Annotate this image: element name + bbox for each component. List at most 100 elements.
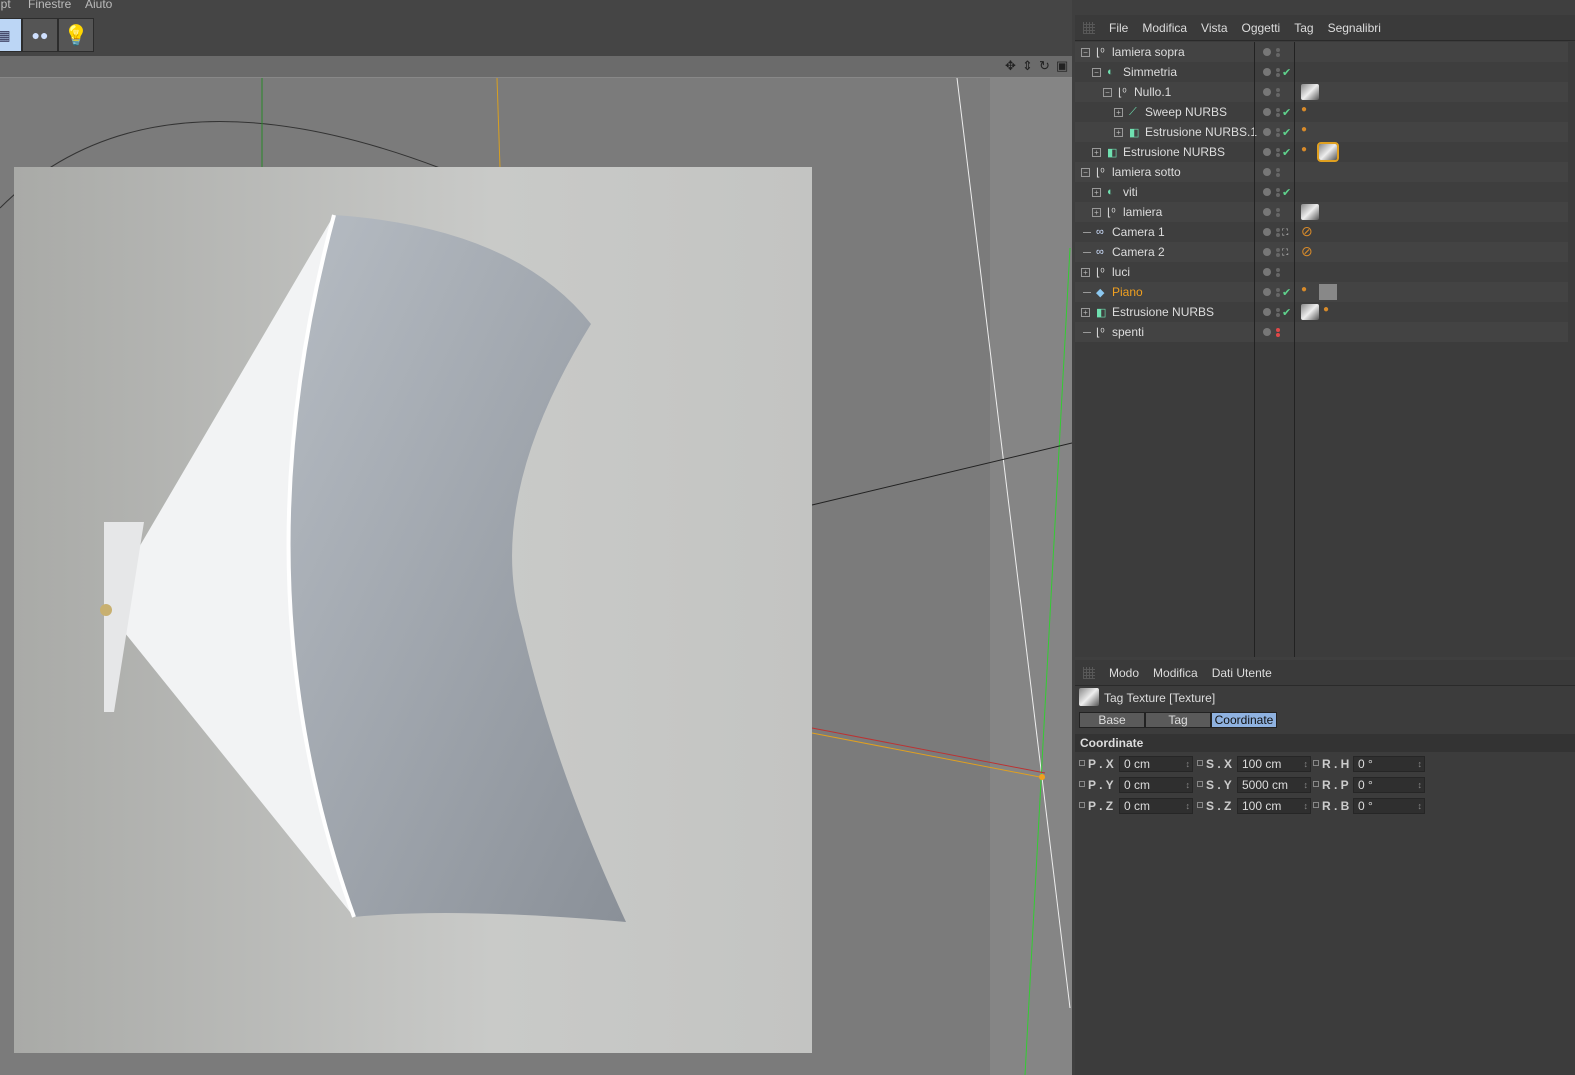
object-name[interactable]: Camera 1 (1112, 225, 1165, 239)
maximize-icon[interactable]: ▣ (1056, 58, 1068, 74)
render-visibility-dots[interactable] (1276, 307, 1280, 318)
keyframe-checkbox[interactable] (1079, 802, 1085, 808)
light-button[interactable]: 💡 (58, 18, 94, 52)
visibility-dot[interactable] (1263, 128, 1271, 136)
visibility-dot[interactable] (1263, 208, 1271, 216)
keyframe-checkbox[interactable] (1313, 781, 1319, 787)
texture-tag-icon[interactable] (1301, 204, 1319, 220)
camera-button[interactable]: ●● (22, 18, 58, 52)
object-row[interactable]: − ⌊⁰ lamiera sotto (1075, 162, 1568, 182)
render-visibility-dots[interactable] (1276, 287, 1280, 298)
visibility-dot[interactable] (1263, 108, 1271, 116)
panel-grip-icon[interactable] (1083, 21, 1095, 34)
visibility-dot[interactable] (1263, 68, 1271, 76)
zoom-icon[interactable]: ⇕ (1022, 58, 1033, 74)
expand-icon[interactable]: + (1092, 207, 1101, 217)
keyframe-checkbox[interactable] (1197, 781, 1203, 787)
coordinate-field[interactable]: 0 cm (1119, 798, 1193, 814)
tab-coordinate[interactable]: Coordinate (1211, 712, 1277, 728)
object-row[interactable]: ◆ Piano ✔ ● (1075, 282, 1568, 302)
keyframe-checkbox[interactable] (1197, 802, 1203, 808)
object-row[interactable]: − ⌊⁰ lamiera sopra (1075, 42, 1568, 62)
object-row[interactable]: ∞ Camera 1 ⛶ ⊘ (1075, 222, 1568, 242)
menu-modifica[interactable]: Modifica (1153, 666, 1198, 680)
expand-icon[interactable]: + (1092, 187, 1101, 197)
visibility-dot[interactable] (1263, 148, 1271, 156)
protection-tag-icon[interactable]: ⊘ (1301, 223, 1313, 239)
panel-grip-icon[interactable] (1083, 666, 1095, 679)
object-name[interactable]: lamiera (1123, 205, 1162, 219)
tab-base[interactable]: Base (1079, 712, 1145, 728)
menu-modifica[interactable]: Modifica (1142, 21, 1187, 35)
render-visibility-dots[interactable] (1276, 227, 1280, 238)
object-row[interactable]: + ◐ viti ✔ (1075, 182, 1568, 202)
coordinate-field[interactable]: 0 ° (1353, 756, 1425, 772)
object-name[interactable]: Nullo.1 (1134, 85, 1171, 99)
coordinate-field[interactable]: 0 ° (1353, 798, 1425, 814)
visibility-dot[interactable] (1263, 88, 1271, 96)
phong-tag-icon[interactable]: ● (1301, 144, 1307, 160)
visibility-dot[interactable] (1263, 268, 1271, 276)
object-name[interactable]: viti (1123, 185, 1138, 199)
menu-modo[interactable]: Modo (1109, 666, 1139, 680)
menu-oggetti[interactable]: Oggetti (1242, 21, 1281, 35)
render-visibility-dots[interactable] (1276, 47, 1280, 58)
tab-tag[interactable]: Tag (1145, 712, 1211, 728)
enabled-check-icon[interactable]: ✔ (1282, 306, 1291, 319)
object-name[interactable]: Sweep NURBS (1145, 105, 1227, 119)
visibility-dot[interactable] (1263, 288, 1271, 296)
menu-tag[interactable]: Tag (1294, 21, 1313, 35)
object-name[interactable]: Estrusione NURBS.1 (1145, 125, 1257, 139)
enabled-check-icon[interactable]: ✔ (1282, 146, 1291, 159)
object-row[interactable]: + ⟋ Sweep NURBS ✔ ● (1075, 102, 1568, 122)
coordinate-field[interactable]: 0 ° (1353, 777, 1425, 793)
keyframe-checkbox[interactable] (1079, 781, 1085, 787)
keyframe-checkbox[interactable] (1079, 760, 1085, 766)
visibility-dot[interactable] (1263, 248, 1271, 256)
texture-tag-icon[interactable] (1317, 142, 1339, 162)
render-visibility-dots[interactable] (1276, 327, 1280, 338)
phong-tag-icon[interactable]: ● (1323, 304, 1329, 320)
object-name[interactable]: Estrusione NURBS (1112, 305, 1214, 319)
rotate-icon[interactable]: ↻ (1039, 58, 1050, 74)
protection-tag-icon[interactable]: ⊘ (1301, 243, 1313, 259)
menu-finestre[interactable]: Finestre (28, 0, 71, 11)
3d-viewport[interactable] (0, 78, 1072, 1075)
render-visibility-dots[interactable] (1276, 247, 1280, 258)
object-name[interactable]: Piano (1112, 285, 1143, 299)
menu-vista[interactable]: Vista (1201, 21, 1227, 35)
object-row[interactable]: + ⌊⁰ luci (1075, 262, 1568, 282)
object-name[interactable]: luci (1112, 265, 1130, 279)
object-name[interactable]: Estrusione NURBS (1123, 145, 1225, 159)
collapse-icon[interactable]: − (1081, 167, 1090, 177)
visibility-dot[interactable] (1263, 188, 1271, 196)
visibility-dot[interactable] (1263, 48, 1271, 56)
visibility-dot[interactable] (1263, 308, 1271, 316)
enabled-check-icon[interactable]: ✔ (1282, 186, 1291, 199)
menu-script[interactable]: ipt (0, 0, 11, 11)
keyframe-checkbox[interactable] (1313, 760, 1319, 766)
enabled-check-icon[interactable]: ✔ (1282, 66, 1291, 79)
object-name[interactable]: lamiera sopra (1112, 45, 1185, 59)
object-name[interactable]: spenti (1112, 325, 1144, 339)
coordinate-field[interactable]: 100 cm (1237, 756, 1311, 772)
object-row[interactable]: − ⌊⁰ Nullo.1 (1075, 82, 1568, 102)
expand-icon[interactable]: + (1114, 127, 1123, 137)
collapse-icon[interactable]: − (1092, 67, 1101, 77)
render-visibility-dots[interactable] (1276, 187, 1280, 198)
texture-tag-icon[interactable] (1301, 84, 1319, 100)
object-row[interactable]: + ◧ Estrusione NURBS ✔ ● (1075, 302, 1568, 322)
object-row[interactable]: − ◐ Simmetria ✔ (1075, 62, 1568, 82)
enabled-check-icon[interactable]: ✔ (1282, 106, 1291, 119)
object-row[interactable]: ∞ Camera 2 ⛶ ⊘ (1075, 242, 1568, 262)
keyframe-checkbox[interactable] (1313, 802, 1319, 808)
render-visibility-dots[interactable] (1276, 87, 1280, 98)
phong-tag-icon[interactable]: ● (1301, 284, 1307, 300)
expand-icon[interactable]: + (1081, 307, 1090, 317)
object-name[interactable]: Simmetria (1123, 65, 1177, 79)
enabled-check-icon[interactable]: ✔ (1282, 286, 1291, 299)
object-name[interactable]: lamiera sotto (1112, 165, 1181, 179)
object-row[interactable]: + ⌊⁰ lamiera (1075, 202, 1568, 222)
camera-target-icon[interactable]: ⛶ (1282, 227, 1288, 238)
enabled-check-icon[interactable]: ✔ (1282, 126, 1291, 139)
